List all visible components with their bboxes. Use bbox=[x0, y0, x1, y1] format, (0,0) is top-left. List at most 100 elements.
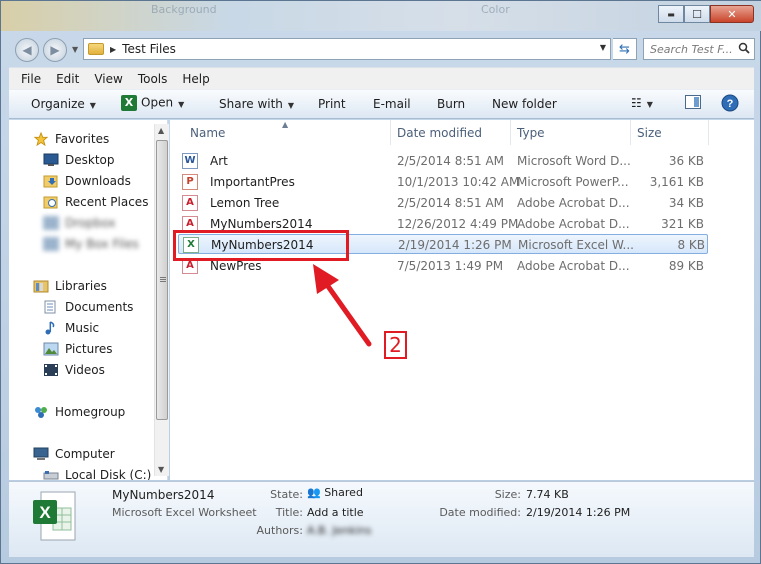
title-bar[interactable] bbox=[1, 1, 761, 31]
file-date: 7/5/2013 1:49 PM bbox=[397, 259, 504, 273]
organize-button[interactable]: Organize ▼ bbox=[31, 97, 96, 111]
nav-downloads-label: Downloads bbox=[65, 174, 131, 188]
recent-pages-dropdown[interactable]: ▼ bbox=[72, 45, 78, 54]
address-dropdown-icon[interactable]: ▼ bbox=[600, 43, 606, 52]
file-type: Microsoft Excel W... bbox=[518, 238, 634, 252]
file-name: ImportantPres bbox=[210, 175, 295, 189]
chevron-down-icon: ▼ bbox=[646, 100, 653, 109]
color-ghost-text: Color bbox=[481, 3, 510, 16]
nav-blurred-item-2[interactable]: My Box Files bbox=[43, 234, 139, 254]
back-button[interactable]: ◀ bbox=[15, 38, 39, 62]
nav-downloads[interactable]: Downloads bbox=[43, 171, 131, 191]
details-authors-value[interactable]: A.B. Jenkins bbox=[307, 524, 371, 537]
nav-music[interactable]: Music bbox=[43, 318, 99, 338]
menu-tools[interactable]: Tools bbox=[138, 72, 168, 86]
music-icon bbox=[45, 321, 55, 335]
annotation-step-label: 2 bbox=[384, 331, 407, 359]
breadcrumb-test-files[interactable]: Test Files bbox=[122, 42, 176, 56]
preview-pane-button[interactable] bbox=[685, 95, 701, 112]
search-icon bbox=[738, 42, 750, 54]
scroll-down-icon[interactable]: ▼ bbox=[158, 465, 164, 474]
menu-file[interactable]: File bbox=[21, 72, 41, 86]
svg-text:X: X bbox=[39, 503, 51, 522]
nav-blurred-label-1: Dropbox bbox=[65, 216, 116, 230]
share-with-button[interactable]: Share with ▼ bbox=[219, 97, 294, 111]
command-bar: Organize ▼ X Open ▼ Share with ▼ Print E-mai… bbox=[9, 89, 754, 119]
column-header-type[interactable]: Type bbox=[511, 120, 631, 145]
chevron-down-icon: ▼ bbox=[178, 99, 185, 109]
file-name: Lemon Tree bbox=[210, 196, 280, 210]
close-button[interactable]: ✕ bbox=[710, 5, 754, 23]
powerpoint-icon: P bbox=[182, 174, 198, 190]
nav-music-label: Music bbox=[65, 321, 100, 335]
nav-libraries[interactable]: Libraries bbox=[33, 276, 107, 296]
menu-edit[interactable]: Edit bbox=[56, 72, 79, 86]
pdf-icon: A bbox=[182, 195, 198, 211]
nav-documents[interactable]: Documents bbox=[43, 297, 133, 317]
open-label: Open bbox=[141, 95, 174, 110]
details-view-icon: ☷ bbox=[631, 96, 642, 110]
nav-scrollbar[interactable]: ▲ ▼ bbox=[154, 124, 169, 476]
file-row[interactable]: P ImportantPres 10/1/2013 10:42 AM Micro… bbox=[178, 172, 708, 192]
menu-view[interactable]: View bbox=[94, 72, 122, 86]
preview-pane-icon bbox=[685, 95, 701, 109]
file-size: 34 KB bbox=[668, 196, 704, 210]
file-date: 12/26/2012 4:49 PM bbox=[397, 217, 519, 231]
nav-libraries-label: Libraries bbox=[55, 279, 107, 293]
file-size: 8 KB bbox=[677, 238, 705, 252]
column-name-label: Name bbox=[190, 125, 226, 140]
column-type-label: Type bbox=[517, 125, 545, 140]
maximize-icon: ☐ bbox=[692, 7, 702, 21]
refresh-button[interactable]: ⇆ bbox=[613, 38, 637, 60]
new-folder-button[interactable]: New folder bbox=[492, 97, 557, 111]
forward-button[interactable]: ▶ bbox=[43, 38, 67, 62]
navigation-pane: Favorites Desktop Downloads Recent Place… bbox=[9, 120, 168, 480]
search-input[interactable]: Search Test F... bbox=[643, 38, 755, 60]
column-header-size[interactable]: Size bbox=[631, 120, 709, 145]
excel-file-large-icon: X bbox=[33, 491, 76, 541]
nav-videos[interactable]: Videos bbox=[43, 360, 105, 380]
nav-blurred-item-1[interactable]: Dropbox bbox=[43, 213, 116, 233]
nav-local-disk[interactable]: Local Disk (C:) bbox=[43, 465, 151, 480]
explorer-window: Background Color ▬ ☐ ✕ ◀ ▶ ▼ ▶ Test File… bbox=[0, 0, 761, 564]
nav-recent-places[interactable]: Recent Places bbox=[43, 192, 148, 212]
scroll-thumb[interactable] bbox=[156, 140, 168, 420]
details-authors-label: Authors: bbox=[256, 524, 303, 537]
desktop-icon bbox=[43, 153, 59, 166]
folder-icon bbox=[88, 43, 104, 55]
file-row[interactable]: A Lemon Tree 2/5/2014 8:51 AM Adobe Acro… bbox=[178, 193, 708, 213]
homegroup-icon bbox=[35, 407, 47, 418]
open-button[interactable]: X Open ▼ bbox=[121, 95, 184, 111]
nav-pictures[interactable]: Pictures bbox=[43, 339, 113, 359]
breadcrumb-chevron-icon[interactable]: ▶ bbox=[110, 45, 116, 54]
chevron-down-icon: ▼ bbox=[287, 101, 295, 110]
column-header-name[interactable]: Name bbox=[184, 120, 391, 145]
address-bar[interactable]: ▶ Test Files ▼ bbox=[83, 38, 611, 60]
minimize-button[interactable]: ▬ bbox=[658, 5, 684, 23]
nav-desktop[interactable]: Desktop bbox=[43, 150, 115, 170]
column-header-date[interactable]: Date modified bbox=[391, 120, 511, 145]
maximize-button[interactable]: ☐ bbox=[684, 5, 710, 23]
file-size: 321 KB bbox=[661, 217, 704, 231]
file-type: Microsoft Word D... bbox=[517, 154, 631, 168]
burn-button[interactable]: Burn bbox=[437, 97, 465, 111]
star-icon bbox=[33, 132, 49, 146]
help-button[interactable]: ? bbox=[721, 94, 739, 115]
view-options-button[interactable]: ☷ ▼ bbox=[631, 96, 653, 110]
word-doc-icon: W bbox=[182, 153, 198, 169]
file-row[interactable]: W Art 2/5/2014 8:51 AM Microsoft Word D.… bbox=[178, 151, 708, 171]
file-name: NewPres bbox=[210, 259, 262, 273]
nav-homegroup[interactable]: Homegroup bbox=[33, 402, 125, 422]
downloads-icon bbox=[43, 175, 58, 188]
share-with-label: Share with bbox=[219, 97, 283, 111]
details-title-value[interactable]: Add a title bbox=[307, 506, 364, 519]
refresh-icon: ⇆ bbox=[619, 41, 630, 57]
print-button[interactable]: Print bbox=[318, 97, 346, 111]
menu-help[interactable]: Help bbox=[182, 72, 209, 86]
scroll-up-icon[interactable]: ▲ bbox=[158, 126, 164, 135]
background-ghost-text: Background bbox=[151, 3, 217, 16]
email-button[interactable]: E-mail bbox=[373, 97, 411, 111]
nav-computer[interactable]: Computer bbox=[33, 444, 115, 464]
details-date-value: 2/19/2014 1:26 PM bbox=[526, 506, 631, 519]
nav-favorites[interactable]: Favorites bbox=[33, 129, 109, 149]
